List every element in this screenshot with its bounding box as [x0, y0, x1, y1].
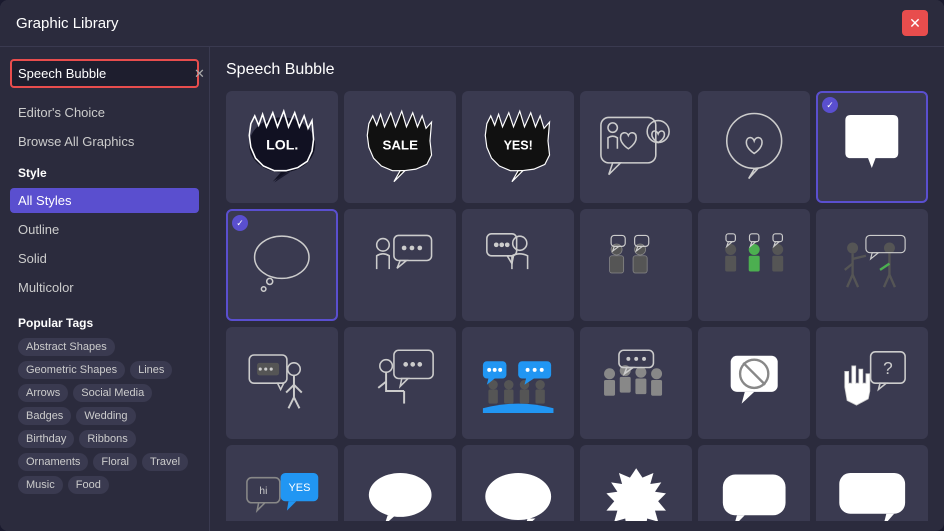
editors-choice-nav[interactable]: Editor's Choice [10, 100, 199, 125]
svg-text:hi: hi [259, 486, 267, 497]
tags-container: Abstract Shapes Geometric Shapes Lines A… [10, 334, 199, 498]
grid-item-spiky-bubble[interactable] [580, 445, 692, 521]
tag-ribbons[interactable]: Ribbons [79, 430, 135, 448]
grid-item-lol[interactable]: LOL. [226, 91, 338, 203]
grid-item-oval-2[interactable] [462, 445, 574, 521]
search-clear-icon[interactable]: ✕ [194, 66, 205, 82]
tag-geometric-shapes[interactable]: Geometric Shapes [18, 361, 125, 379]
grid-item-no-speech[interactable] [698, 327, 810, 439]
grid-item-sale[interactable]: SALE [344, 91, 456, 203]
style-section-label: Style [10, 158, 199, 184]
grid-item-love-bubble[interactable] [580, 91, 692, 203]
popular-tags-label: Popular Tags [10, 308, 199, 334]
svg-text:SALE: SALE [382, 137, 418, 152]
grid-item-group-bubble-dark[interactable] [580, 327, 692, 439]
graphics-grid: LOL. SALE [226, 91, 928, 521]
grid-item-yes[interactable]: YES! [462, 91, 574, 203]
sidebar: ✕ 🔍 Editor's Choice Browse All Graphics … [0, 47, 210, 531]
tag-travel[interactable]: Travel [142, 453, 188, 471]
svg-text:LOL.: LOL. [266, 136, 298, 152]
style-all[interactable]: All Styles [10, 188, 199, 213]
dialog-header: Graphic Library ✕ [0, 0, 944, 47]
grid-item-people-bubble-3[interactable] [816, 209, 928, 321]
close-button[interactable]: ✕ [902, 10, 928, 36]
grid-item-rounded-bubble[interactable] [698, 445, 810, 521]
grid-item-people-bubble-2[interactable] [698, 209, 810, 321]
tag-arrows[interactable]: Arrows [18, 384, 68, 402]
tag-wedding[interactable]: Wedding [76, 407, 135, 425]
grid-item-hi-yes[interactable]: hi YES [226, 445, 338, 521]
tag-birthday[interactable]: Birthday [18, 430, 74, 448]
grid-scroll: LOL. SALE [226, 91, 934, 521]
search-input[interactable] [18, 66, 194, 81]
tag-social-media[interactable]: Social Media [73, 384, 152, 402]
svg-text:YES!: YES! [503, 138, 532, 152]
style-multicolor[interactable]: Multicolor [10, 275, 199, 300]
tag-lines[interactable]: Lines [130, 361, 172, 379]
graphic-library-dialog: Graphic Library ✕ ✕ 🔍 Editor's Choice Br… [0, 0, 944, 531]
search-box[interactable]: ✕ 🔍 [10, 59, 199, 88]
grid-item-sitting-bubble[interactable] [344, 327, 456, 439]
style-outline[interactable]: Outline [10, 217, 199, 242]
tag-music[interactable]: Music [18, 476, 63, 494]
browse-all-nav[interactable]: Browse All Graphics [10, 129, 199, 154]
svg-text:YES: YES [288, 482, 310, 494]
section-title: Speech Bubble [226, 61, 934, 79]
grid-item-heart-bubble[interactable] [698, 91, 810, 203]
style-solid[interactable]: Solid [10, 246, 199, 271]
grid-item-hand-question[interactable]: ? [816, 327, 928, 439]
grid-item-tail-bubble[interactable] [816, 445, 928, 521]
dialog-title: Graphic Library [16, 15, 119, 32]
grid-item-person-bubble-2[interactable] [462, 209, 574, 321]
dialog-body: ✕ 🔍 Editor's Choice Browse All Graphics … [0, 47, 944, 531]
grid-item-standing-bubble[interactable] [226, 327, 338, 439]
grid-item-white-bubble[interactable]: ✓ [816, 91, 928, 203]
grid-item-people-bubble-1[interactable] [580, 209, 692, 321]
grid-item-group-bubble-blue[interactable] [462, 327, 574, 439]
popular-tags-section: Popular Tags Abstract Shapes Geometric S… [10, 308, 199, 498]
tag-abstract-shapes[interactable]: Abstract Shapes [18, 338, 115, 356]
grid-item-oval-1[interactable] [344, 445, 456, 521]
check-badge: ✓ [822, 97, 838, 113]
check-badge-2: ✓ [232, 215, 248, 231]
main-content: Speech Bubble LOL. [210, 47, 944, 531]
tag-food[interactable]: Food [68, 476, 109, 494]
grid-item-person-bubble-1[interactable] [344, 209, 456, 321]
grid-item-thought-bubble[interactable]: ✓ [226, 209, 338, 321]
svg-text:?: ? [883, 358, 893, 378]
tag-floral[interactable]: Floral [93, 453, 137, 471]
tag-ornaments[interactable]: Ornaments [18, 453, 88, 471]
tag-badges[interactable]: Badges [18, 407, 71, 425]
